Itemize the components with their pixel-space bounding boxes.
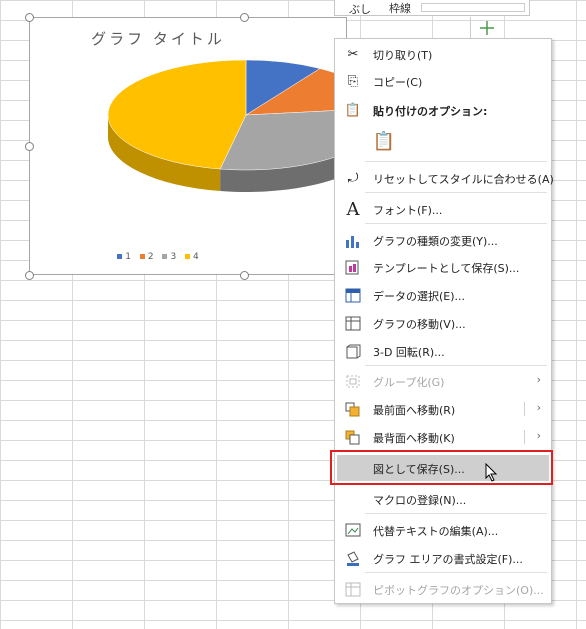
legend-label: 2 [147, 252, 154, 262]
menu-item-label: コピー(C) [373, 76, 423, 89]
legend-label: 3 [170, 252, 177, 262]
rotate-3d-icon [345, 344, 361, 359]
menu-item-pivot-chart-options: ピボットグラフのオプション(O)... [335, 576, 551, 602]
menu-item-move-chart[interactable]: グラフの移動(V)... [335, 310, 551, 336]
resize-handle[interactable] [25, 142, 34, 151]
chart-area[interactable]: グラフ タイトル 1 2 3 4 [29, 17, 348, 275]
menu-item-change-chart-type[interactable]: グラフの種類の変更(Y)... [335, 227, 551, 253]
chart-type-icon [345, 233, 361, 248]
menu-item-label: 代替テキストの編集(A)... [373, 525, 499, 538]
resize-handle[interactable] [240, 13, 249, 22]
submenu-divider [524, 430, 525, 444]
format-area-icon [345, 551, 361, 566]
submenu-divider [524, 402, 525, 416]
menu-item-label: 最背面へ移動(K) [373, 432, 455, 445]
chart-title[interactable]: グラフ タイトル [30, 28, 286, 49]
paste-icon: 📋 [344, 103, 362, 118]
template-icon [345, 260, 361, 275]
legend-label: 1 [125, 252, 131, 262]
font-icon: A [346, 199, 360, 220]
reset-style-icon: ⤾ [347, 171, 359, 186]
ribbon-dropdown-fragment: ぶし 枠線 [334, 0, 530, 16]
legend-item: 4 [185, 252, 199, 262]
resize-handle[interactable] [25, 271, 34, 280]
pivot-options-icon [345, 582, 361, 597]
menu-item-bring-to-front[interactable]: 最前面へ移動(R) › [335, 396, 551, 422]
chevron-right-icon[interactable]: › [537, 429, 541, 442]
select-data-icon [345, 288, 361, 303]
menu-item-label: 貼り付けのオプション: [373, 105, 488, 118]
menu-item-label: データの選択(E)... [373, 290, 466, 303]
menu-item-edit-alt-text[interactable]: 代替テキストの編集(A)... [335, 517, 551, 543]
menu-item-label: グラフの種類の変更(Y)... [373, 235, 498, 248]
context-menu: ✂ 切り取り(T) ⎘ コピー(C) 📋 貼り付けのオプション: 📋 ⤾ リセッ… [334, 38, 554, 604]
menu-item-label: マクロの登録(N)... [373, 494, 467, 507]
copy-icon: ⎘ [347, 74, 359, 89]
chart-legend[interactable]: 1 2 3 4 [30, 252, 286, 262]
group-icon [345, 374, 361, 389]
menu-item-label: ピボットグラフのオプション(O)... [373, 584, 544, 597]
menu-item-send-to-back[interactable]: 最背面へ移動(K) › [335, 424, 551, 450]
bring-front-icon [345, 402, 361, 417]
resize-handle[interactable] [25, 13, 34, 22]
menu-item-select-data[interactable]: データの選択(E)... [335, 282, 551, 308]
outline-label: 枠線 [389, 2, 411, 15]
chevron-right-icon: › [536, 373, 541, 386]
send-back-icon [345, 430, 361, 445]
menu-item-label: 3-D 回転(R)... [373, 346, 445, 359]
menu-item-group: グループ化(G) › [335, 368, 551, 394]
menu-item-reset-style[interactable]: ⤾ リセットしてスタイルに合わせる(A) [335, 165, 554, 191]
fill-label: ぶし [349, 3, 371, 16]
menu-item-label: グラフ エリアの書式設定(F)... [373, 553, 523, 566]
legend-item: 3 [162, 252, 176, 262]
menu-item-save-template[interactable]: テンプレートとして保存(S)... [335, 254, 551, 280]
menu-item-font[interactable]: A フォント(F)... [335, 196, 551, 222]
menu-item-3d-rotation[interactable]: 3-D 回転(R)... [335, 338, 551, 364]
move-chart-icon [345, 316, 361, 331]
menu-item-label: 切り取り(T) [373, 49, 433, 62]
menu-item-label: リセットしてスタイルに合わせる(A) [373, 173, 554, 186]
chart-elements-button[interactable] [470, 17, 501, 39]
legend-item: 2 [139, 252, 154, 262]
pie-chart[interactable] [30, 48, 348, 258]
menu-item-format-chart-area[interactable]: グラフ エリアの書式設定(F)... [335, 545, 551, 571]
menu-item-label: テンプレートとして保存(S)... [373, 262, 520, 275]
menu-item-label: 最前面へ移動(R) [373, 404, 456, 417]
menu-item-copy[interactable]: ⎘ コピー(C) [335, 68, 551, 94]
paste-option-button[interactable]: 📋 [371, 127, 397, 155]
menu-item-label: フォント(F)... [373, 204, 443, 217]
legend-label: 4 [193, 252, 199, 262]
menu-item-cut[interactable]: ✂ 切り取り(T) [335, 41, 551, 67]
menu-item-assign-macro[interactable]: マクロの登録(N)... [335, 486, 551, 512]
plus-icon [480, 21, 494, 35]
menu-item-label: グラフの移動(V)... [373, 318, 466, 331]
chevron-right-icon[interactable]: › [537, 401, 541, 414]
menu-item-label: グループ化(G) [373, 376, 445, 389]
menu-item-paste-options: 📋 貼り付けのオプション: [335, 97, 551, 123]
alt-text-icon [345, 523, 361, 538]
outline-dropdown[interactable] [421, 3, 525, 12]
resize-handle[interactable] [240, 271, 249, 280]
highlight-annotation [330, 450, 553, 485]
legend-item: 1 [117, 252, 131, 262]
scissors-icon: ✂ [347, 47, 359, 62]
